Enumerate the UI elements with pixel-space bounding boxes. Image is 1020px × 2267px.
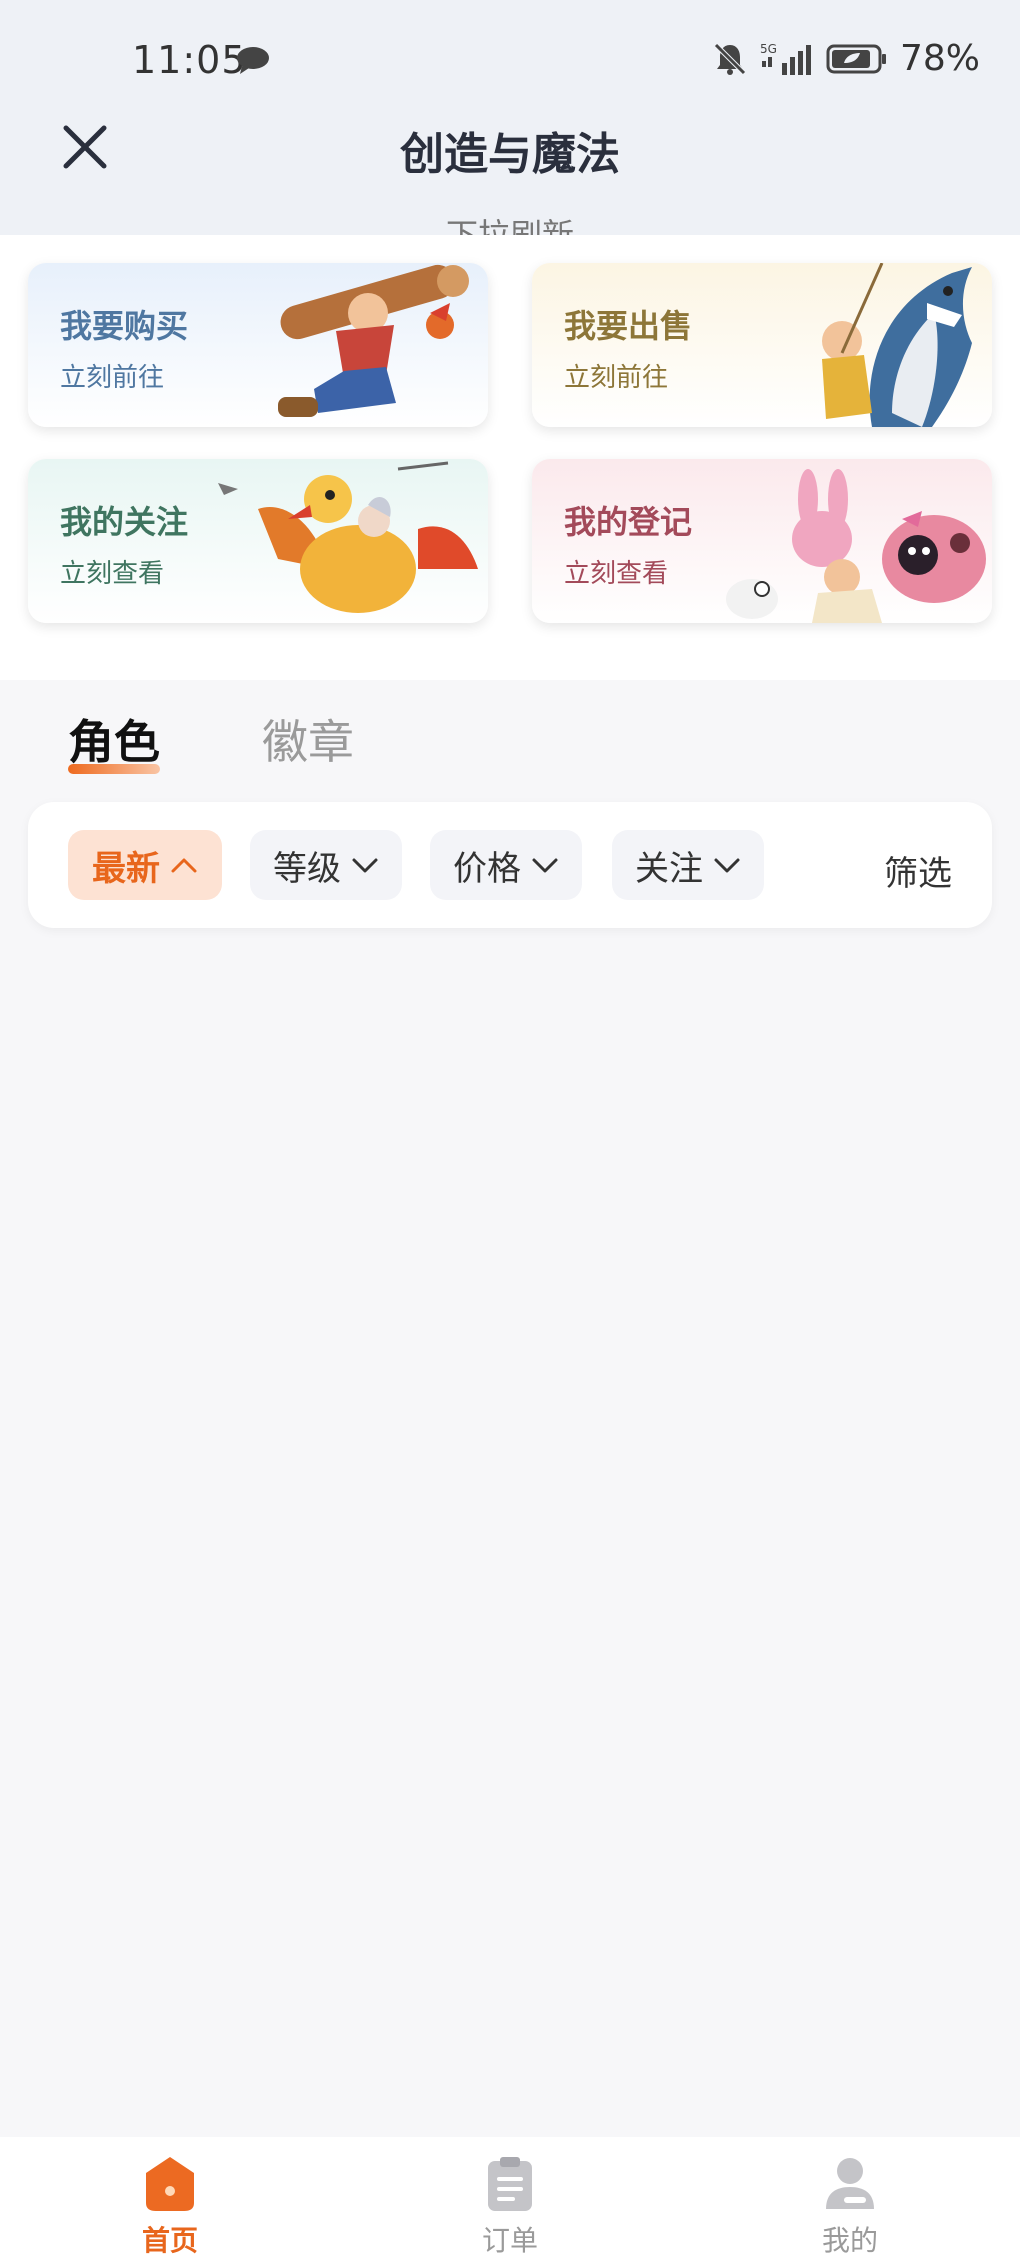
clipboard-icon: [488, 2157, 532, 2211]
sort-latest-chip[interactable]: 最新: [68, 830, 222, 900]
buy-card-subtitle: 立刻前往: [60, 363, 165, 393]
signal-icon: 5G: [760, 42, 811, 75]
register-card-subtitle: 立刻查看: [564, 559, 669, 589]
chevron-down-icon: [714, 858, 740, 873]
follow-card-subtitle: 立刻查看: [60, 559, 165, 589]
pull-hint-text: 下拉刷新: [445, 216, 574, 235]
buy-card[interactable]: 我要购买 立刻前往: [28, 263, 488, 427]
lumberjack-illustration: [278, 264, 469, 417]
nav-orders[interactable]: 订单: [410, 2137, 610, 2267]
phoenix-illustration: [218, 461, 478, 613]
page-title: 创造与魔法: [400, 129, 620, 180]
nav-mine[interactable]: 我的: [750, 2137, 950, 2267]
sort-price-label: 价格: [453, 848, 521, 889]
sell-card[interactable]: 我要出售 立刻前往: [532, 263, 992, 427]
bell-mute-icon: [714, 42, 746, 75]
status-time: 11:05: [132, 38, 247, 82]
nav-mine-label: 我的: [821, 2224, 878, 2257]
sort-follow-chip[interactable]: 关注: [612, 830, 764, 900]
buy-card-title: 我要购买: [60, 307, 189, 345]
home-icon: [146, 2157, 194, 2211]
chevron-up-icon: [171, 858, 197, 873]
follow-card[interactable]: 我的关注 立刻查看: [28, 459, 488, 623]
user-icon: [826, 2158, 874, 2209]
tab-badge[interactable]: 徽章: [262, 706, 354, 772]
shark-illustration: [822, 263, 972, 427]
follow-card-title: 我的关注: [60, 503, 189, 541]
sort-level-label: 等级: [273, 848, 341, 889]
battery-percent: 78%: [899, 38, 980, 79]
sell-card-title: 我要出售: [564, 307, 693, 345]
nav-home[interactable]: 首页: [70, 2137, 270, 2267]
sort-level-chip[interactable]: 等级: [250, 830, 402, 900]
tab-role[interactable]: 角色: [68, 706, 160, 772]
message-icon: [237, 47, 269, 74]
status-right: 5G 78%: [712, 38, 980, 79]
sell-card-subtitle: 立刻前往: [564, 363, 669, 393]
sort-price-chip[interactable]: 价格: [430, 830, 582, 900]
filter-bar: 最新 等级 价格 关注 筛选: [28, 802, 992, 928]
nav-orders-label: 订单: [481, 2224, 538, 2257]
battery-icon: [826, 44, 886, 73]
pig-illustration: [726, 469, 986, 623]
nav-home-label: 首页: [141, 2224, 198, 2257]
bottom-nav: 首页 订单 我的: [0, 2137, 1020, 2267]
pull-to-refresh-hint: 下拉刷新: [0, 212, 1020, 235]
register-card[interactable]: 我的登记 立刻查看: [532, 459, 992, 623]
action-cards: 我要购买 立刻前往 我要出售 立刻前往 我的关注 立刻查看 我的登记 立刻查看: [0, 235, 1020, 680]
chevron-down-icon: [352, 858, 378, 873]
network-label: 5G: [760, 42, 777, 56]
register-card-title: 我的登记: [564, 503, 693, 541]
sort-follow-label: 关注: [635, 848, 703, 889]
top-header: 11:05 5G 78% 创造与魔法 下拉刷新: [0, 0, 1020, 235]
tab-active-indicator: [68, 764, 160, 774]
chevron-down-icon: [532, 858, 558, 873]
sort-latest-label: 最新: [92, 848, 160, 889]
filter-button[interactable]: 筛选: [884, 846, 952, 895]
